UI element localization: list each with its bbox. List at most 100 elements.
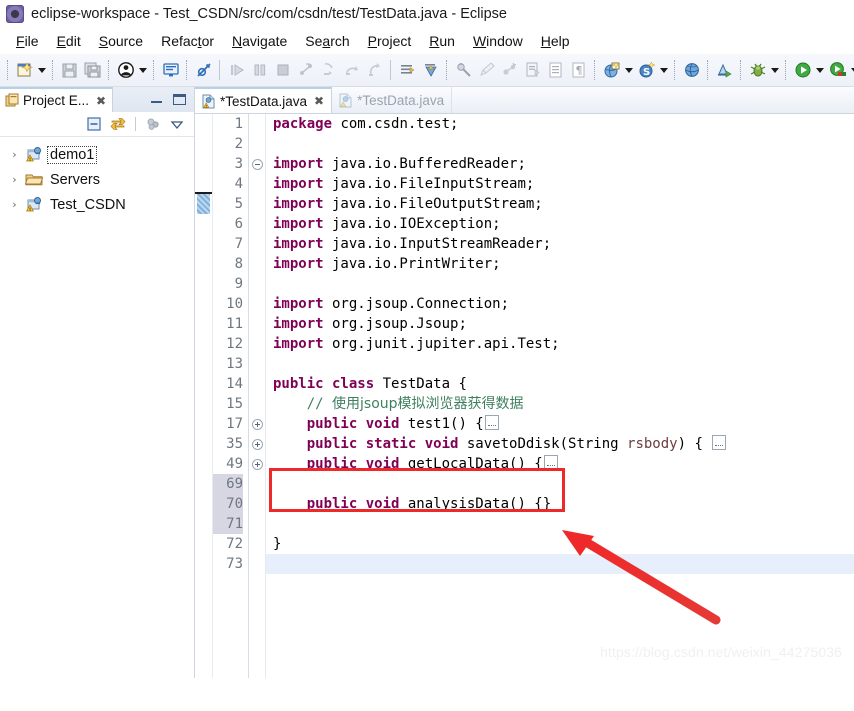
search-type-icon[interactable] bbox=[713, 59, 736, 82]
close-icon[interactable]: ✖ bbox=[314, 94, 324, 108]
chevron-right-icon[interactable]: › bbox=[8, 148, 21, 161]
debug-dropdown-icon[interactable] bbox=[769, 59, 781, 82]
line-number: 10 bbox=[226, 296, 243, 312]
new-package-icon[interactable]: S bbox=[635, 59, 658, 82]
view-menu-icon[interactable] bbox=[168, 115, 186, 133]
line-number: 72 bbox=[226, 536, 243, 552]
run-dropdown-icon[interactable] bbox=[814, 59, 826, 82]
console-icon[interactable] bbox=[159, 59, 182, 82]
fold-expand-savetoddisk[interactable] bbox=[249, 434, 265, 454]
project-tree: › demo1 › Servers › Test_CSDN bbox=[0, 137, 194, 678]
chevron-right-icon[interactable]: › bbox=[8, 198, 21, 211]
menu-help[interactable]: Help bbox=[533, 31, 578, 51]
menu-navigate[interactable]: Navigate bbox=[224, 31, 295, 51]
new-wizard-icon[interactable] bbox=[13, 59, 36, 82]
disconnect-icon[interactable] bbox=[294, 59, 317, 82]
terminate-icon[interactable] bbox=[271, 59, 294, 82]
menu-edit[interactable]: Edit bbox=[49, 31, 89, 51]
new-java-project-icon[interactable] bbox=[600, 59, 623, 82]
save-icon[interactable] bbox=[58, 59, 81, 82]
editor-tab-testdata-inactive[interactable]: *TestData.java bbox=[332, 87, 453, 113]
minimize-icon[interactable] bbox=[150, 94, 163, 105]
new-wizard-dropdown-icon[interactable] bbox=[36, 59, 48, 82]
new-package-dropdown-icon[interactable] bbox=[658, 59, 670, 82]
run-external-tools-icon[interactable] bbox=[826, 59, 849, 82]
suspend-icon[interactable] bbox=[248, 59, 271, 82]
folded-code-placeholder[interactable] bbox=[543, 455, 558, 470]
menu-project[interactable]: Project bbox=[360, 31, 420, 51]
code-text-area[interactable]: package com.csdn.test; import java.io.Bu… bbox=[266, 114, 854, 678]
toggle-mark-occurrences-icon[interactable] bbox=[452, 59, 475, 82]
line-number-ruler: 1 2 3 4 5 6 7 8 9 10 11 12 13 14 15 17 3… bbox=[213, 114, 249, 678]
step-over-icon[interactable] bbox=[340, 59, 363, 82]
focus-on-active-task-icon[interactable] bbox=[144, 115, 162, 133]
toolbar-separator bbox=[108, 60, 110, 80]
code-token: getLocalData() { bbox=[399, 456, 543, 472]
link-icon[interactable] bbox=[498, 59, 521, 82]
run-icon[interactable] bbox=[791, 59, 814, 82]
resume-icon[interactable] bbox=[225, 59, 248, 82]
folder-icon bbox=[24, 171, 44, 188]
menu-refactor[interactable]: Refactor bbox=[153, 31, 222, 51]
fold-expand-test1[interactable] bbox=[249, 414, 265, 434]
step-into-icon[interactable] bbox=[317, 59, 340, 82]
editor-body[interactable]: 1 2 3 4 5 6 7 8 9 10 11 12 13 14 15 17 3… bbox=[195, 114, 854, 678]
skip-breakpoints-icon[interactable] bbox=[192, 59, 215, 82]
debug-icon[interactable] bbox=[746, 59, 769, 82]
tab-project-explorer[interactable]: Project E... ✖ bbox=[0, 87, 114, 112]
fold-plus-icon[interactable] bbox=[251, 418, 263, 430]
menu-file-rest: ile bbox=[24, 33, 39, 49]
user-dropdown-icon[interactable] bbox=[137, 59, 149, 82]
step-return-icon[interactable] bbox=[363, 59, 386, 82]
tree-item-test-csdn[interactable]: › Test_CSDN bbox=[0, 192, 194, 217]
java-file-warning-icon bbox=[202, 94, 215, 109]
fold-cell bbox=[249, 514, 265, 534]
code-token: import bbox=[273, 216, 324, 232]
open-type-icon[interactable] bbox=[680, 59, 703, 82]
menu-search[interactable]: Search bbox=[297, 31, 357, 51]
menu-source[interactable]: Source bbox=[91, 31, 151, 51]
save-all-icon[interactable] bbox=[81, 59, 104, 82]
folded-code-placeholder[interactable] bbox=[484, 415, 499, 430]
code-token: org.jsoup.Connection; bbox=[323, 296, 510, 312]
tree-item-demo1[interactable]: › demo1 bbox=[0, 142, 194, 167]
folding-ruler[interactable] bbox=[249, 114, 266, 678]
link-with-editor-icon[interactable] bbox=[109, 115, 127, 133]
fold-minus-icon[interactable] bbox=[251, 158, 263, 170]
fold-cell bbox=[249, 114, 265, 134]
chevron-right-icon[interactable]: › bbox=[8, 173, 21, 186]
line-number: 7 bbox=[234, 236, 243, 252]
window-title: eclipse-workspace - Test_CSDN/src/com/cs… bbox=[31, 6, 507, 22]
fold-cell bbox=[249, 134, 265, 154]
editor-area: *TestData.java ✖ *TestData.java 1 2 3 4 … bbox=[195, 87, 854, 678]
annotation-ruler[interactable] bbox=[195, 114, 213, 678]
java-file-warning-icon bbox=[339, 93, 352, 108]
menu-window[interactable]: Window bbox=[465, 31, 531, 51]
collapse-all-icon[interactable] bbox=[85, 115, 103, 133]
pencil-icon[interactable] bbox=[475, 59, 498, 82]
folded-code-placeholder[interactable] bbox=[712, 435, 727, 450]
project-explorer-toolbar bbox=[0, 112, 194, 137]
fold-plus-icon[interactable] bbox=[251, 438, 263, 450]
open-task-icon[interactable] bbox=[521, 59, 544, 82]
menu-run[interactable]: Run bbox=[421, 31, 463, 51]
line-number: 49 bbox=[226, 456, 243, 472]
new-java-project-dropdown-icon[interactable] bbox=[623, 59, 635, 82]
fold-expand-getlocaldata[interactable] bbox=[249, 454, 265, 474]
show-whitespace-icon[interactable]: ¶ bbox=[567, 59, 590, 82]
maximize-icon[interactable] bbox=[173, 94, 186, 105]
next-annotation-icon[interactable] bbox=[396, 59, 419, 82]
previous-annotation-icon[interactable] bbox=[419, 59, 442, 82]
editor-tab-testdata-active[interactable]: *TestData.java ✖ bbox=[195, 87, 333, 113]
run-external-tools-dropdown-icon[interactable] bbox=[849, 59, 854, 82]
code-line: import org.jsoup.Connection; bbox=[273, 294, 854, 314]
fold-collapse-imports[interactable] bbox=[249, 154, 265, 174]
toggle-block-selection-icon[interactable] bbox=[544, 59, 567, 82]
fold-plus-icon[interactable] bbox=[251, 458, 263, 470]
close-icon[interactable]: ✖ bbox=[96, 94, 106, 108]
tree-item-servers[interactable]: › Servers bbox=[0, 167, 194, 192]
user-icon[interactable] bbox=[114, 59, 137, 82]
menu-file[interactable]: File bbox=[8, 31, 47, 51]
code-line-method-analysisdata: public void analysisData() {} bbox=[273, 494, 854, 514]
